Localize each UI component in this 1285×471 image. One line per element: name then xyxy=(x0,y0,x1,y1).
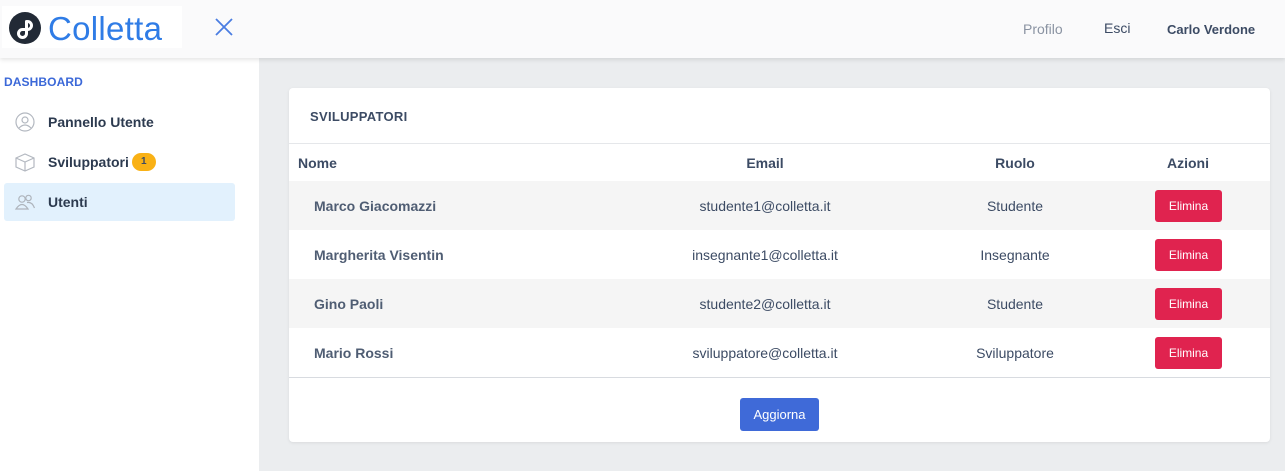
users-card: SVILUPPATORI Nome Email Ruolo Azioni Mar… xyxy=(289,88,1270,442)
column-header-name: Nome xyxy=(298,155,337,171)
box-icon xyxy=(15,153,35,172)
delete-button[interactable]: Elimina xyxy=(1155,288,1222,320)
user-name: Marco Giacomazzi xyxy=(314,198,437,214)
sidebar-item-sviluppatori[interactable]: Sviluppatori 1 xyxy=(4,143,235,181)
user-role: Insegnante xyxy=(980,247,1050,263)
sidebar-item-label: Sviluppatori xyxy=(48,154,129,170)
user-name: Margherita Visentin xyxy=(314,247,444,263)
card-header: SVILUPPATORI xyxy=(289,88,1270,144)
sidebar-title: DASHBOARD xyxy=(4,75,83,89)
user-email: insegnante1@colletta.it xyxy=(692,247,838,263)
sidebar-item-utenti[interactable]: Utenti xyxy=(4,183,235,221)
refresh-button[interactable]: Aggiorna xyxy=(740,398,819,431)
table-divider xyxy=(289,377,1270,378)
user-name: Mario Rossi xyxy=(314,345,394,361)
sidebar-item-pannello-utente[interactable]: Pannello Utente xyxy=(4,103,235,141)
table-header: Nome Email Ruolo Azioni xyxy=(289,144,1270,181)
sidebar-item-label: Utenti xyxy=(48,194,88,210)
top-bar: Colletta Profilo Esci Carlo Verdone xyxy=(0,0,1285,58)
table-row: Mario Rossi sviluppatore@colletta.it Svi… xyxy=(289,328,1270,377)
sidebar-item-label: Pannello Utente xyxy=(48,114,154,130)
sidebar: DASHBOARD Pannello Utente Sviluppatori 1… xyxy=(0,58,259,471)
user-email: sviluppatore@colletta.it xyxy=(692,345,838,361)
user-name: Gino Paoli xyxy=(314,296,384,312)
user-role: Studente xyxy=(986,198,1044,214)
column-header-actions: Azioni xyxy=(1167,155,1209,171)
table-row: Margherita Visentin insegnante1@colletta… xyxy=(289,230,1270,279)
nav-user-name[interactable]: Carlo Verdone xyxy=(1167,22,1255,38)
nav-logout-link[interactable]: Esci xyxy=(1104,20,1130,36)
delete-button[interactable]: Elimina xyxy=(1155,190,1222,222)
card-title: SVILUPPATORI xyxy=(310,109,408,124)
close-sidebar-icon[interactable] xyxy=(211,14,237,40)
table-row: Gino Paoli studente2@colletta.it Student… xyxy=(289,279,1270,328)
fedora-logo-icon xyxy=(9,12,41,44)
notification-badge: 1 xyxy=(132,153,156,171)
table-row: Marco Giacomazzi studente1@colletta.it S… xyxy=(289,181,1270,230)
user-icon xyxy=(15,112,35,132)
brand[interactable]: Colletta xyxy=(2,6,182,48)
brand-name: Colletta xyxy=(48,10,163,47)
user-email: studente1@colletta.it xyxy=(699,198,831,214)
delete-button[interactable]: Elimina xyxy=(1155,337,1222,369)
delete-button[interactable]: Elimina xyxy=(1155,239,1222,271)
user-role: Sviluppatore xyxy=(976,345,1054,361)
nav-profile-link[interactable]: Profilo xyxy=(1023,21,1063,37)
user-email: studente2@colletta.it xyxy=(699,296,831,312)
column-header-email: Email xyxy=(746,155,784,171)
user-role: Studente xyxy=(986,296,1044,312)
column-header-role: Ruolo xyxy=(995,155,1035,171)
users-icon xyxy=(14,194,36,210)
